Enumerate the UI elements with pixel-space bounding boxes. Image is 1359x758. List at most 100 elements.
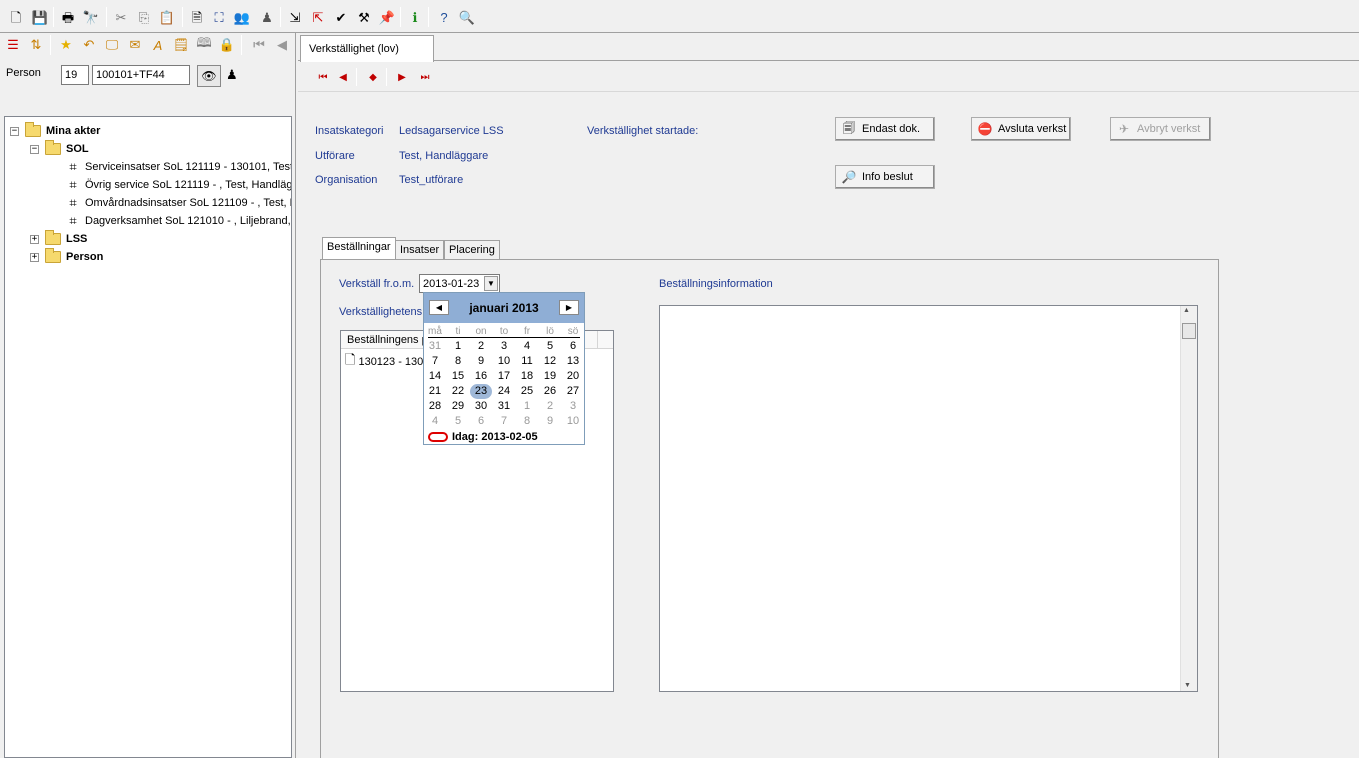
search-person-button[interactable]: 👁	[197, 65, 221, 87]
person-info-icon[interactable]: ♟	[258, 8, 276, 26]
monitor-icon[interactable]: 🖵	[103, 36, 121, 54]
book-icon[interactable]: 🕮	[195, 35, 213, 54]
endast-dok-button[interactable]: 🗐 Endast dok.	[835, 117, 935, 141]
tree-node-lss[interactable]: + LSS	[30, 230, 87, 248]
calendar-day[interactable]: 3	[562, 399, 584, 414]
calendar-day[interactable]: 14	[424, 369, 446, 384]
tab-verkstallighet[interactable]: Verkställighet (lov)	[300, 35, 434, 62]
tree-node-person[interactable]: + Person	[30, 248, 103, 266]
calendar-day[interactable]: 29	[447, 399, 469, 414]
calendar-day[interactable]: 11	[516, 354, 538, 369]
next-month-icon[interactable]: ▶	[559, 300, 579, 315]
calendar-day[interactable]: 7	[493, 414, 515, 429]
scroll-down-icon[interactable]: ▼	[1184, 682, 1191, 689]
first-record-icon[interactable]: ⏮	[316, 70, 330, 84]
calendar-day[interactable]: 7	[424, 354, 446, 369]
calendar-day[interactable]: 9	[470, 354, 492, 369]
help-icon[interactable]: ?	[435, 8, 453, 26]
tab-placering[interactable]: Placering	[444, 240, 500, 260]
pin-icon[interactable]: 📌	[378, 8, 396, 26]
find-icon[interactable]: 🔭	[82, 8, 100, 26]
calendar-day[interactable]: 10	[493, 354, 515, 369]
calendar-day[interactable]: 10	[562, 414, 584, 429]
last-record-icon[interactable]: ⏭	[418, 70, 432, 84]
tab-bestallningar[interactable]: Beställningar	[322, 237, 396, 260]
cut-icon[interactable]: ✂	[112, 8, 130, 26]
calendar-day[interactable]: 22	[447, 384, 469, 399]
first-record-icon[interactable]: ⏮	[250, 36, 268, 54]
calendar-day[interactable]: 31	[493, 399, 515, 414]
tree-item[interactable]: ⌗ Dagverksamhet SoL 121010 - , Liljebran…	[65, 212, 291, 230]
scrollbar[interactable]: ▲ ▼	[1180, 306, 1197, 691]
calendar-day[interactable]: 27	[562, 384, 584, 399]
signature-icon[interactable]: A	[149, 36, 167, 54]
calendar-day[interactable]: 18	[516, 369, 538, 384]
expand-icon[interactable]: +	[30, 234, 39, 244]
prev-month-icon[interactable]: ◀	[429, 300, 449, 315]
calendar-day[interactable]: 13	[562, 354, 584, 369]
note-icon[interactable]: 🗒	[172, 36, 190, 54]
save-icon[interactable]: 💾	[31, 8, 49, 26]
paste-icon[interactable]: 📋	[158, 8, 176, 26]
calendar-day[interactable]: 16	[470, 369, 492, 384]
calendar-day[interactable]: 8	[516, 414, 538, 429]
bestallningsinformation-textarea[interactable]: ▲ ▼	[659, 305, 1198, 692]
record-icon[interactable]: ◆	[366, 70, 380, 84]
network-icon[interactable]: ⛶	[210, 8, 228, 26]
whats-this-icon[interactable]: 🔍	[458, 8, 476, 26]
sort-icon[interactable]: ⇅	[27, 36, 45, 54]
scroll-up-icon[interactable]: ▲	[1183, 307, 1190, 314]
print-icon[interactable]: 🖶	[59, 8, 77, 26]
tree-item[interactable]: ⌗ Omvårdnadsinsatser SoL 121109 - , Test…	[65, 194, 291, 212]
prev-record-icon[interactable]: ◀	[273, 36, 291, 54]
person-number-field[interactable]	[61, 65, 89, 85]
collapse-icon[interactable]: −	[10, 126, 19, 136]
copy-icon[interactable]: ⎘	[135, 8, 153, 26]
calendar-day[interactable]: 5	[447, 414, 469, 429]
avsluta-verkst-button[interactable]: ⛔ Avsluta verkst	[971, 117, 1071, 141]
tab-insatser[interactable]: Insatser	[395, 240, 445, 260]
calendar-day[interactable]: 2	[539, 399, 561, 414]
tree-item[interactable]: ⌗ Serviceinsatser SoL 121119 - 130101, T…	[65, 158, 291, 176]
calendar-day[interactable]: 2	[470, 339, 492, 354]
calendar-day[interactable]: 9	[539, 414, 561, 429]
calendar-day[interactable]: 28	[424, 399, 446, 414]
calendar-day[interactable]: 19	[539, 369, 561, 384]
calendar-day[interactable]: 1	[447, 339, 469, 354]
tree-item[interactable]: ⌗ Övrig service SoL 121119 - , Test, Han…	[65, 176, 291, 194]
tree-node-mina-akter[interactable]: − Mina akter	[10, 122, 100, 140]
lock-icon[interactable]: 🔒	[218, 36, 236, 54]
tree-node-sol[interactable]: − SOL	[30, 140, 89, 158]
document-icon[interactable]: 🗎	[188, 8, 206, 26]
calendar-day[interactable]: 5	[539, 339, 561, 354]
prev-record-icon[interactable]: ◀	[336, 70, 350, 84]
calendar-day[interactable]: 8	[447, 354, 469, 369]
calendar-day[interactable]: 26	[539, 384, 561, 399]
calendar-day[interactable]: 21	[424, 384, 446, 399]
calendar-day[interactable]: 15	[447, 369, 469, 384]
list-icon[interactable]: ☰	[4, 36, 22, 54]
calendar-day[interactable]: 31	[424, 339, 446, 354]
star-icon[interactable]: ★	[57, 36, 75, 54]
calendar-day[interactable]: 17	[493, 369, 515, 384]
calendar-day[interactable]: 12	[539, 354, 561, 369]
calendar-day[interactable]: 3	[493, 339, 515, 354]
info-beslut-button[interactable]: 🔎 Info beslut	[835, 165, 935, 189]
expand-icon[interactable]: +	[30, 252, 39, 262]
verkstall-from-datepicker[interactable]: 2013-01-23 ▼	[419, 274, 500, 293]
dropdown-arrow-icon[interactable]: ▼	[484, 276, 498, 291]
today-button[interactable]: Idag: 2013-02-05	[428, 431, 538, 443]
calendar-day[interactable]: 1	[516, 399, 538, 414]
calendar-day[interactable]: 24	[493, 384, 515, 399]
calendar-day[interactable]: 4	[516, 339, 538, 354]
calendar-day[interactable]: 4	[424, 414, 446, 429]
avbryt-verkst-button[interactable]: ✈ Avbryt verkst	[1110, 117, 1211, 141]
tools-icon[interactable]: ⚒	[355, 8, 373, 26]
calendar-day[interactable]: 6	[562, 339, 584, 354]
export-icon[interactable]: ⇲	[286, 8, 304, 26]
import-icon[interactable]: ⇱	[309, 8, 327, 26]
scroll-thumb[interactable]	[1182, 323, 1196, 339]
calendar-day[interactable]: 20	[562, 369, 584, 384]
calendar-day[interactable]: 23	[470, 384, 492, 399]
collapse-icon[interactable]: −	[30, 144, 39, 154]
